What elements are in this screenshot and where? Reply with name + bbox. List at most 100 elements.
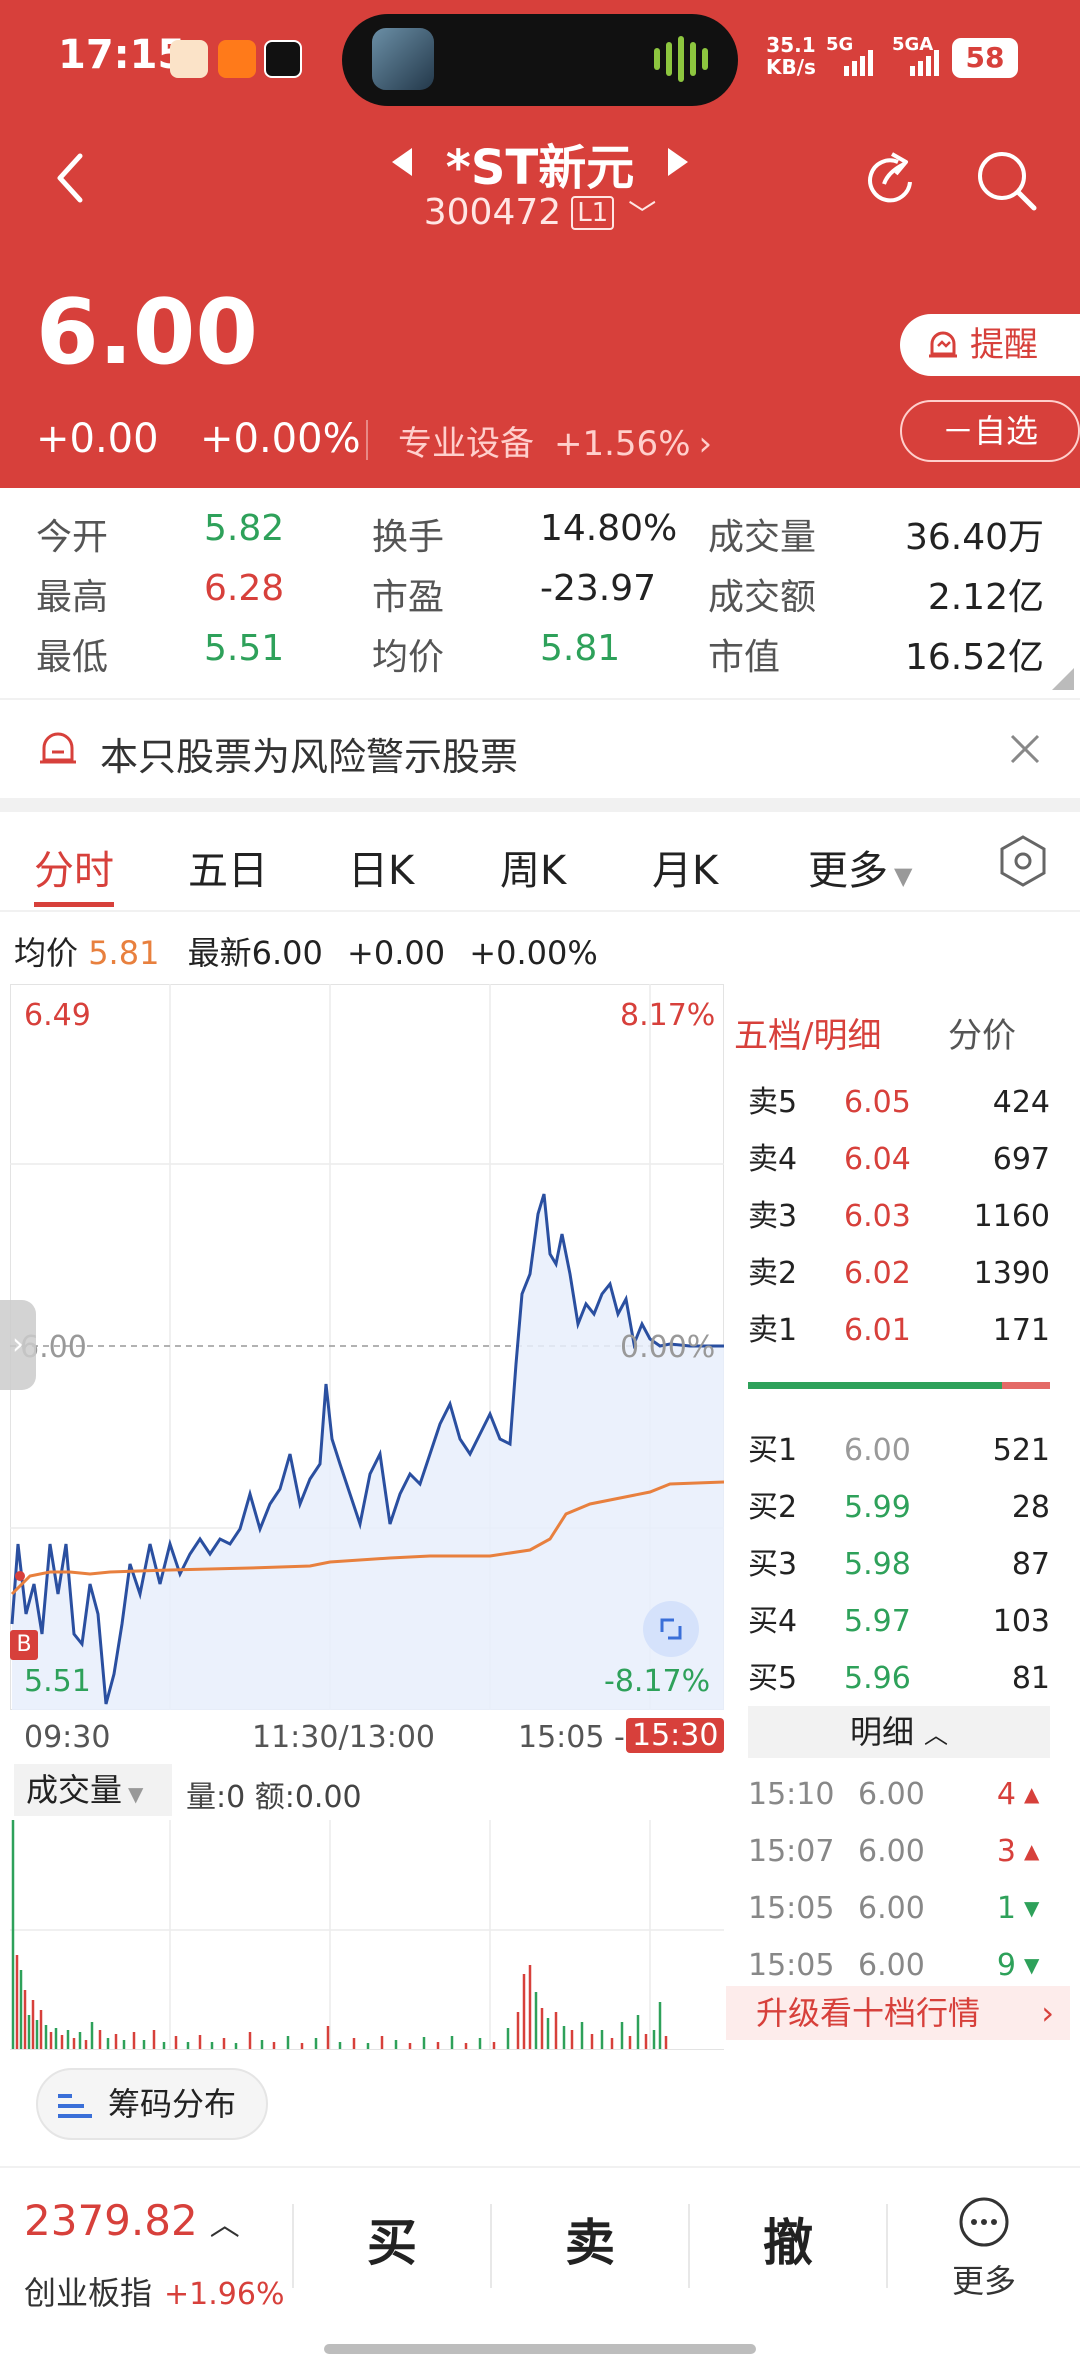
more-button[interactable]: 更多 [888,2168,1080,2318]
chart-change-pct: +0.00% [469,934,598,972]
intraday-price-chart[interactable] [10,984,724,1710]
volume-bars [11,1820,668,2050]
sector-link[interactable]: 专业设备 +1.56% › [398,416,712,465]
tick-price: 6.00 [858,1834,925,1869]
ask-label: 卖5 [748,1085,798,1120]
ask-price: 6.01 [844,1313,911,1348]
bid-price: 5.96 [844,1661,911,1696]
ask-label: 卖1 [748,1313,798,1348]
warning-bell-icon [40,732,76,764]
buy-button[interactable]: 买 [294,2168,490,2318]
sell-button[interactable]: 卖 [492,2168,688,2318]
index-name: 创业板指 [24,2274,153,2312]
close-icon[interactable] [1010,734,1040,764]
next-stock-icon[interactable] [666,146,690,178]
tab-monthly-k[interactable]: 月K [652,838,718,896]
volume-value: 36.40万 [904,517,1044,558]
ask-volume: 171 [992,1313,1050,1348]
amount-value: 2.12亿 [927,577,1044,618]
mcap-value: 16.52亿 [904,637,1044,678]
bottom-trade-bar: 2379.82 ︿ 创业板指 +1.96% 买 卖 撤 更多 [0,2168,1080,2376]
more-label: 更多 [951,2262,1016,2300]
tab-more-label: 更多 [808,848,888,894]
tab-orderbook[interactable]: 五档/明细 [734,1008,881,1057]
remind-label: 提醒 [970,325,1038,365]
share-icon[interactable] [862,148,924,210]
bid-price: 5.97 [844,1604,911,1639]
ask-price: 6.05 [844,1085,911,1120]
tab-weekly-k[interactable]: 周K [500,838,566,896]
tab-5day[interactable]: 五日 [188,838,268,896]
audio-wave-bar [666,42,672,76]
minus-icon: － [941,412,974,450]
sector-name: 专业设备 [398,424,534,464]
ask-price: 6.04 [844,1142,911,1177]
tab-daily-k[interactable]: 日K [348,838,414,896]
bell-icon [929,331,957,358]
time-close-badge: 15:30 [626,1718,725,1753]
upgrade-level2-link[interactable]: 升级看十档行情 › [726,1986,1070,2040]
sector-change: +1.56% [554,424,691,464]
tick-price: 6.00 [858,1777,925,1812]
volume-chart[interactable] [10,1760,724,2050]
bid-volume: 81 [1011,1661,1050,1696]
amount-label: 成交额 [708,577,817,618]
search-icon[interactable] [974,148,1038,212]
caret-down-icon: ▼ [894,862,913,890]
index-quote[interactable]: 2379.82 ︿ [24,2196,240,2245]
index-change: +1.96% [164,2277,285,2312]
status-time: 17:15 [58,32,186,78]
ask-price: 6.03 [844,1199,911,1234]
buy-marker[interactable]: B [10,1630,38,1660]
bid-volume: 28 [1011,1490,1050,1525]
chevron-down-icon: ﹀ [628,198,657,231]
ask-label: 卖4 [748,1142,798,1177]
app-notification-icon [170,40,208,78]
tick-volume: 3 [996,1834,1016,1869]
mcap-label: 市值 [708,637,781,678]
current-price: 6.00 [36,280,259,385]
settings-hexagon-icon[interactable] [998,834,1048,888]
net-speed: 35.1 KB/s [766,33,816,79]
chevron-right-icon: › [698,424,713,464]
signal-bars-icon [910,50,939,76]
detail-toggle[interactable]: 明细 ︿ [748,1706,1050,1758]
tick-time: 15:10 [748,1777,835,1812]
latest-value: 6.00 [251,934,323,972]
risk-notice-text: 本只股票为风险警示股票 [100,735,519,779]
music-app-icon [372,28,434,90]
ask-volume: 697 [992,1142,1050,1177]
tab-price-distribution[interactable]: 分价 [948,1008,1016,1057]
section-gap [0,798,1080,812]
stock-header: 17:15 35.1 KB/s 5G 5GA 58 *ST新元 300472 L1 ﹀… [0,0,1080,488]
bid-label: 买4 [748,1604,798,1639]
chart-info-line: 均价 5.81 最新6.00 +0.00 +0.00% [14,928,598,974]
watchlist-label: 自选 [974,412,1039,450]
fullscreen-icon[interactable] [642,1600,700,1658]
chart-bottom-pct: -8.17% [604,1664,711,1699]
chevron-right-icon: › [1041,1994,1054,2032]
cancel-order-button[interactable]: 撤 [690,2168,886,2318]
bid-price: 6.00 [844,1433,911,1468]
avg-label: 均价 [372,637,445,678]
more-dots-icon [959,2197,1009,2247]
index-value: 2379.82 [24,2196,198,2245]
shopping-app-icon [218,40,256,78]
audio-wave-bar [690,42,696,76]
expand-corner-icon[interactable] [1052,668,1074,690]
audio-wave-icon [654,48,660,70]
turnover-label: 换手 [372,517,445,558]
add-watchlist-button[interactable]: －自选 [900,400,1080,462]
tab-more[interactable]: 更多 ▼ [808,838,912,896]
tab-intraday[interactable]: 分时 [34,838,114,896]
bid-volume: 87 [1011,1547,1050,1582]
bid-price: 5.98 [844,1547,911,1582]
tick-up-arrow-icon: ▲ [1024,1782,1040,1806]
ask-label: 卖2 [748,1256,798,1291]
time-start: 09:30 [24,1720,111,1755]
divider [0,910,1080,912]
bid-volume: 103 [992,1604,1050,1639]
side-drawer-handle[interactable]: › [0,1300,36,1390]
app-screen: { "status_bar": {"time": "17:15", "net_s… [0,0,1080,2376]
home-indicator[interactable] [324,2344,756,2354]
